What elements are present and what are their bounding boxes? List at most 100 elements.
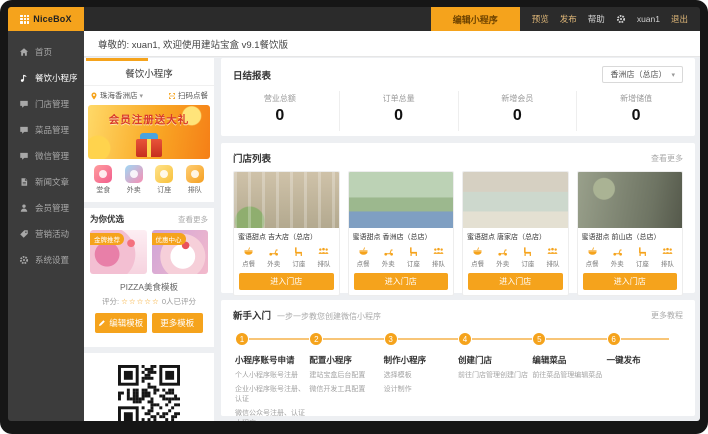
edit-template-label: 编辑模板 — [109, 317, 143, 329]
promo-banner[interactable]: 会员注册送大礼 — [88, 105, 210, 159]
star-icons[interactable]: ☆☆☆☆☆ — [121, 297, 160, 306]
sidebar-item-member-management[interactable]: 会员管理 — [8, 195, 84, 221]
sidebar-item-label: 系统设置 — [35, 254, 69, 266]
edit-template-button[interactable]: 编辑模板 — [95, 313, 147, 333]
service-order[interactable]: 点餐 — [242, 246, 255, 268]
service-queue[interactable]: 排队 — [317, 246, 330, 268]
sidebar-item-store-management[interactable]: 门店管理 — [8, 91, 84, 117]
service-reserve[interactable]: 订座 — [636, 246, 649, 268]
topbar: NiceBoX 编辑小程序 预览 发布 帮助 xuan1 退出 — [8, 7, 700, 31]
window-frame: NiceBoX 编辑小程序 预览 发布 帮助 xuan1 退出 首页 餐饮小程序… — [0, 0, 708, 434]
nav-label: 订座 — [157, 185, 171, 195]
step-item[interactable]: 个人小程序账号注册 — [235, 370, 309, 380]
nav-reservation[interactable]: 订座 — [155, 165, 173, 195]
step-item[interactable]: 微信开发工具配置 — [309, 384, 383, 394]
more-tutorials-link[interactable]: 更多教程 — [651, 310, 683, 321]
bowl-icon — [587, 246, 598, 257]
service-order[interactable]: 点餐 — [586, 246, 599, 268]
stores-more-link[interactable]: 查看更多 — [651, 153, 683, 164]
seat-icon — [637, 246, 648, 257]
enter-store-button[interactable]: 进入门店 — [468, 273, 563, 290]
enter-store-button[interactable]: 进入门店 — [239, 273, 334, 290]
grid-icon — [20, 15, 29, 24]
step-item[interactable]: 设计制作 — [384, 384, 458, 394]
service-queue[interactable]: 排队 — [546, 246, 559, 268]
sidebar-item-label: 餐饮小程序 — [35, 72, 78, 84]
service-reserve[interactable]: 订座 — [407, 246, 420, 268]
guide-title: 新手入门一步一步教您创建微信小程序 — [233, 308, 381, 322]
username[interactable]: xuan1 — [637, 14, 660, 24]
getting-started-card: 新手入门一步一步教您创建微信小程序 更多教程 1 小程序账号申请 个人小程序账号… — [221, 300, 695, 416]
service-takeout[interactable]: 外卖 — [611, 246, 624, 268]
stat-new-deposits: 新增储值0 — [576, 91, 695, 131]
enter-store-button[interactable]: 进入门店 — [354, 273, 449, 290]
scan-order-label: 扫码点餐 — [178, 90, 208, 101]
service-queue[interactable]: 排队 — [432, 246, 445, 268]
logout-link[interactable]: 退出 — [671, 13, 688, 25]
guide-subtitle: 一步一步教您创建微信小程序 — [277, 312, 381, 321]
guide-step-2: 2 配置小程序 建站宝盒后台配置 微信开发工具配置 — [309, 332, 383, 421]
edit-miniprogram-button[interactable]: 编辑小程序 — [431, 7, 520, 31]
sidebar-item-restaurant-miniprogram[interactable]: 餐饮小程序 — [8, 65, 84, 91]
guide-step-6: 6 一键发布 — [607, 332, 681, 421]
brand-name: NiceBoX — [33, 14, 71, 24]
news-icon — [19, 177, 29, 187]
pick-badge: 金牌推荐 — [90, 233, 124, 245]
service-reserve[interactable]: 订座 — [521, 246, 534, 268]
service-takeout[interactable]: 外卖 — [382, 246, 395, 268]
seat-icon — [293, 246, 304, 257]
step-item[interactable]: 选择模板 — [384, 370, 458, 380]
service-takeout[interactable]: 外卖 — [267, 246, 280, 268]
publish-link[interactable]: 发布 — [560, 13, 577, 25]
help-link[interactable]: 帮助 — [588, 13, 605, 25]
gear-icon[interactable] — [616, 14, 626, 24]
location-label: 珠海香洲店 — [100, 90, 138, 101]
store-card: 蜜语甜点 前山店（总店） 点餐 外卖 订座 排队 进入门店 — [577, 171, 684, 296]
pick-badge: 优惠中心 — [152, 233, 186, 245]
step-item[interactable]: 前往门店管理创建门店 — [458, 370, 532, 380]
step-item[interactable]: 前往菜品管理编辑菜品 — [532, 370, 606, 380]
brand-logo[interactable]: NiceBoX — [8, 7, 84, 31]
picks-more-link[interactable]: 查看更多 — [178, 214, 208, 225]
guide-step-5: 5 编辑菜品 前往菜品管理编辑菜品 — [532, 332, 606, 421]
scooter-icon — [612, 246, 623, 257]
scooter-icon — [383, 246, 394, 257]
pick-image-2[interactable]: 优惠中心 — [152, 230, 209, 274]
store-card: 蜜语甜点 香洲店（总店） 点餐 外卖 订座 排队 进入门店 — [348, 171, 455, 296]
topbar-menu: 预览 发布 帮助 xuan1 退出 — [520, 7, 700, 31]
sidebar-item-dish-management[interactable]: 菜品管理 — [8, 117, 84, 143]
service-queue[interactable]: 排队 — [661, 246, 674, 268]
sidebar-item-settings[interactable]: 系统设置 — [8, 247, 84, 273]
step-item[interactable]: 微信公众号注册、认证小程序 — [235, 408, 309, 421]
enter-store-button[interactable]: 进入门店 — [583, 273, 678, 290]
pick-image-1[interactable]: 金牌推荐 — [90, 230, 147, 274]
step-item[interactable]: 建站宝盒后台配置 — [309, 370, 383, 380]
sidebar-item-home[interactable]: 首页 — [8, 39, 84, 65]
nav-queue[interactable]: 排队 — [186, 165, 204, 195]
qr-code — [118, 365, 180, 421]
sidebar-item-wechat-management[interactable]: 微信管理 — [8, 143, 84, 169]
more-templates-button[interactable]: 更多模板 — [152, 313, 204, 333]
more-templates-label: 更多模板 — [160, 317, 194, 329]
store-select-dropdown[interactable]: 香洲店（总店） ▾ — [602, 66, 683, 83]
service-order[interactable]: 点餐 — [357, 246, 370, 268]
nav-dine-in[interactable]: 堂食 — [94, 165, 112, 195]
nav-takeout[interactable]: 外卖 — [125, 165, 143, 195]
sidebar-item-marketing[interactable]: 营销活动 — [8, 221, 84, 247]
sidebar-item-label: 首页 — [35, 46, 52, 58]
store-card: 蜜语甜点 吉大店（总店） 点餐 外卖 订座 排队 进入门店 — [233, 171, 340, 296]
service-takeout[interactable]: 外卖 — [496, 246, 509, 268]
preview-link[interactable]: 预览 — [532, 13, 549, 25]
sidebar-item-label: 新闻文章 — [35, 176, 69, 188]
service-order[interactable]: 点餐 — [471, 246, 484, 268]
step-item[interactable]: 企业小程序账号注册、认证 — [235, 384, 309, 404]
store-location-selector[interactable]: 珠海香洲店 ▾ — [90, 90, 143, 101]
template-rating: 评分: ☆☆☆☆☆ 0人已评分 — [90, 296, 208, 307]
sidebar-item-news-articles[interactable]: 新闻文章 — [8, 169, 84, 195]
service-reserve[interactable]: 订座 — [292, 246, 305, 268]
store-name: 蜜语甜点 吉大店（总店） — [234, 228, 339, 244]
step-title: 创建门店 — [458, 354, 532, 366]
scan-order-button[interactable]: 扫码点餐 — [168, 90, 208, 101]
stores-title: 门店列表 — [233, 151, 271, 165]
store-icon — [19, 99, 29, 109]
